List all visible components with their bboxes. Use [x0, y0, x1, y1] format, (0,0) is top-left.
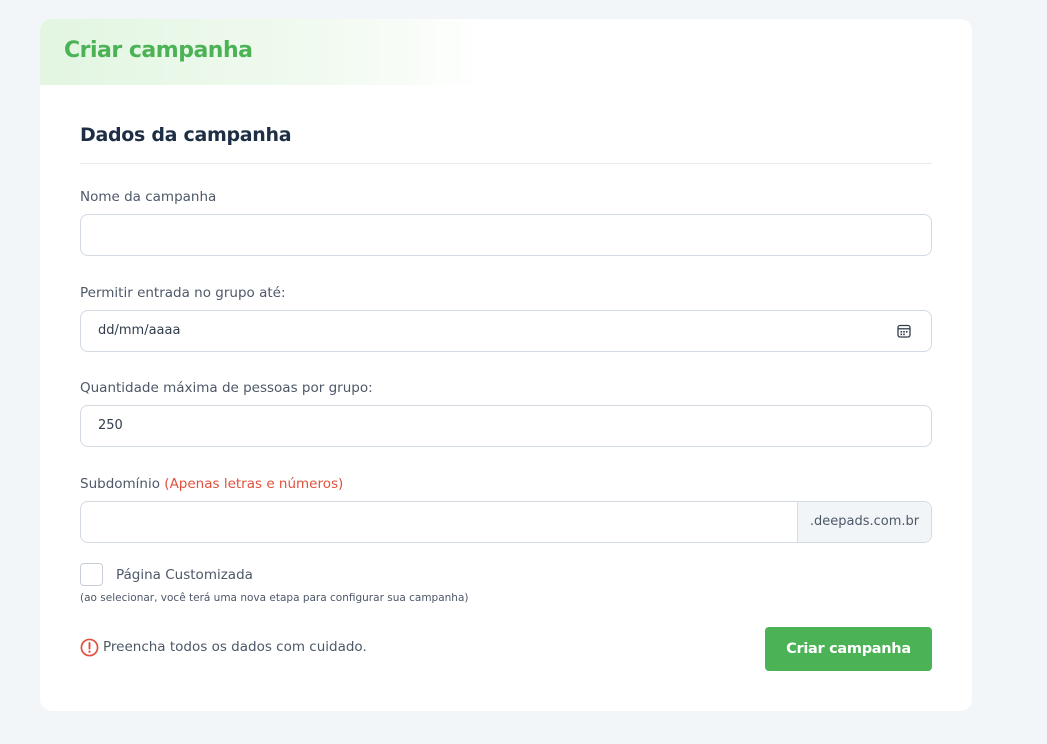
- max-people-label: Quantidade máxima de pessoas por grupo:: [80, 380, 373, 396]
- warning-message: Preencha todos os dados com cuidado.: [80, 637, 367, 657]
- campaign-name-input[interactable]: [80, 214, 932, 256]
- create-campaign-button[interactable]: Criar campanha: [765, 627, 932, 671]
- section-divider: [80, 163, 932, 164]
- create-campaign-card: Criar campanha Dados da campanha Nome da…: [40, 19, 972, 711]
- page-title: Criar campanha: [64, 38, 253, 63]
- campaign-name-label: Nome da campanha: [80, 189, 217, 205]
- entry-date-value: dd/mm/aaaa: [98, 323, 181, 338]
- subdomain-label: Subdomínio (Apenas letras e números): [80, 476, 343, 492]
- custom-page-checkbox[interactable]: [80, 563, 103, 586]
- warning-text: Preencha todos os dados com cuidado.: [103, 639, 367, 655]
- section-title: Dados da campanha: [80, 124, 292, 146]
- subdomain-label-text: Subdomínio: [80, 476, 160, 492]
- card-header: Criar campanha: [40, 19, 972, 85]
- max-people-input[interactable]: 250: [80, 405, 932, 447]
- max-people-value: 250: [98, 418, 123, 433]
- entry-date-input[interactable]: dd/mm/aaaa: [80, 310, 932, 352]
- alert-circle-icon: [80, 638, 99, 656]
- entry-date-label: Permitir entrada no grupo até:: [80, 285, 286, 301]
- custom-page-note: (ao selecionar, você terá uma nova etapa…: [80, 592, 469, 604]
- custom-page-label[interactable]: Página Customizada: [116, 567, 253, 583]
- subdomain-suffix: .deepads.com.br: [797, 502, 931, 542]
- subdomain-hint: (Apenas letras e números): [164, 476, 344, 492]
- calendar-icon[interactable]: [897, 324, 911, 338]
- subdomain-input[interactable]: .deepads.com.br: [80, 501, 932, 543]
